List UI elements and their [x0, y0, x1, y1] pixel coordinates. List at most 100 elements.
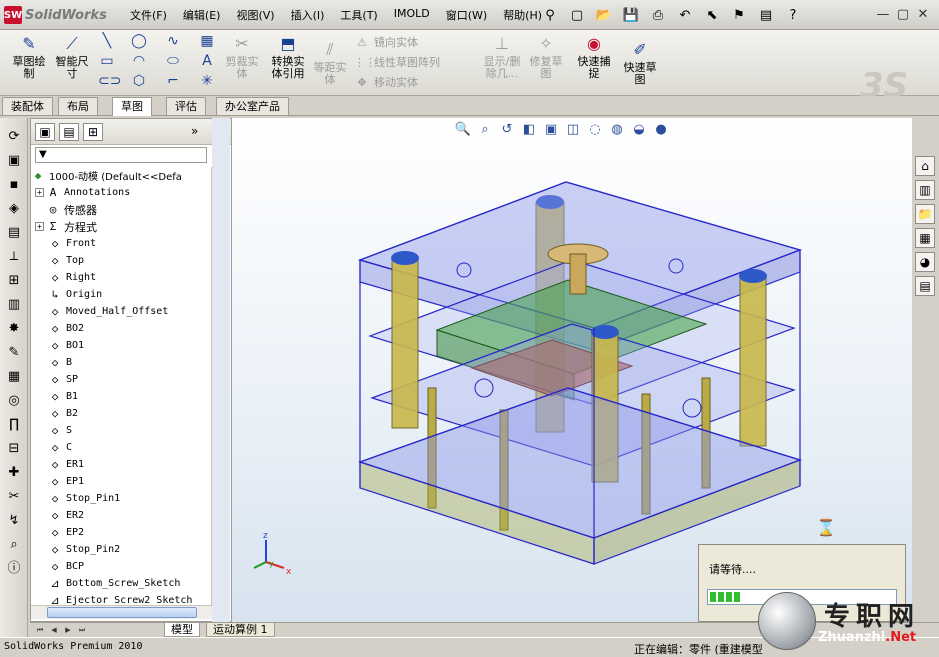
curve-icon[interactable]: ↯: [5, 512, 23, 530]
tree-item[interactable]: ◇ ER2: [48, 507, 84, 524]
feature-tree-horizontal-scrollbar[interactable]: [31, 605, 227, 619]
fillet-icon[interactable]: ⌐: [164, 72, 182, 90]
circle-icon[interactable]: ◯: [130, 32, 148, 50]
ellipse-icon[interactable]: ⬭: [164, 52, 182, 70]
magnet-icon[interactable]: ∏: [5, 416, 23, 434]
smart-fastener-icon[interactable]: ✚: [5, 464, 23, 482]
info-icon[interactable]: ⓘ: [5, 560, 23, 578]
tree-item[interactable]: ◇ Stop_Pin2: [48, 541, 121, 558]
solidworks-logo[interactable]: SW SolidWorks: [4, 5, 116, 25]
tree-item[interactable]: ◇ S: [48, 422, 72, 439]
menu-item-1[interactable]: 编辑(E): [183, 7, 221, 23]
configuration-manager-tab-icon[interactable]: ⊞: [83, 123, 103, 141]
tree-item[interactable]: ◇ Top: [48, 252, 84, 269]
print-icon[interactable]: ⎙: [648, 5, 668, 25]
design-library-icon[interactable]: ▥: [915, 180, 935, 200]
tree-item[interactable]: ◇ Stop_Pin1: [48, 490, 121, 507]
horizontal-scroll-thumb[interactable]: [47, 607, 197, 618]
new-file-icon[interactable]: ▢: [567, 5, 587, 25]
tree-item[interactable]: ◇ B2: [48, 405, 78, 422]
mirror-entities-button[interactable]: ⚠ 镜向实体: [354, 34, 418, 50]
save-icon[interactable]: ▪: [5, 176, 23, 194]
menu-item-4[interactable]: 工具(T): [340, 7, 377, 23]
menu-item-2[interactable]: 视图(V): [236, 7, 274, 23]
view-palette-icon[interactable]: ▦: [915, 228, 935, 248]
open-file-icon[interactable]: 📂: [594, 5, 614, 25]
expand-icon[interactable]: +: [35, 222, 44, 231]
point-icon[interactable]: ✳: [198, 72, 216, 90]
part-icon[interactable]: ▣: [5, 152, 23, 170]
rectangle-icon[interactable]: ▭: [98, 52, 116, 70]
graphics-area[interactable]: 🔍 ⌕ ↺ ◧ ▣ ◫ ◌ ◍ ◒ ● z x y ⌛ 请等待....: [232, 118, 912, 622]
assembly-icon[interactable]: ◈: [5, 200, 23, 218]
tree-item[interactable]: + Σ 方程式: [35, 218, 97, 235]
next-tab-icon[interactable]: ▶: [62, 624, 74, 636]
rebuild-icon[interactable]: ⚑: [729, 5, 749, 25]
grid-icon[interactable]: ▦: [198, 32, 216, 50]
select-icon[interactable]: ⬉: [702, 5, 722, 25]
quick-snaps-button[interactable]: ◉ 快速捕 捉: [574, 34, 614, 80]
pin-icon[interactable]: ⚲: [540, 5, 560, 25]
menu-item-0[interactable]: 文件(F): [130, 7, 167, 23]
display-delete-relations-button[interactable]: ⊥ 显示/删 除几...: [480, 34, 524, 80]
tree-item[interactable]: ◇ B1: [48, 388, 78, 405]
tab-1[interactable]: 布局: [58, 97, 98, 115]
tree-item[interactable]: ◇ C: [48, 439, 72, 456]
smart-dimension-button[interactable]: ⟋ 智能尺 寸: [52, 34, 92, 80]
sketch-icon[interactable]: ✎: [5, 344, 23, 362]
dimension-icon[interactable]: ⟂: [5, 248, 23, 266]
minimize-icon[interactable]: —: [873, 5, 893, 23]
filter-field[interactable]: ▼: [35, 147, 207, 163]
rapid-sketch-button[interactable]: ✐ 快速草 图: [620, 40, 660, 86]
tab-4[interactable]: 办公室产品: [216, 97, 289, 115]
tree-item[interactable]: ⊿ Bottom_Screw_Sketch: [48, 575, 180, 592]
tab-3[interactable]: 评估: [166, 97, 206, 115]
help-icon[interactable]: ?: [783, 5, 803, 25]
tree-item[interactable]: ◇ ER1: [48, 456, 84, 473]
last-tab-icon[interactable]: ⏭: [76, 624, 88, 636]
close-icon[interactable]: ✕: [913, 5, 933, 23]
explode-icon[interactable]: ✸: [5, 320, 23, 338]
linear-pattern-button[interactable]: ⋮⋮ 线性草图阵列: [354, 54, 440, 70]
appearances-icon[interactable]: ◕: [915, 252, 935, 272]
more-tabs-icon[interactable]: »: [191, 124, 198, 138]
options-icon[interactable]: ▤: [756, 5, 776, 25]
polygon-icon[interactable]: ⬡: [130, 72, 148, 90]
sketch-button[interactable]: ✎ 草图绘 制: [6, 34, 52, 80]
tree-item[interactable]: ◇ EP2: [48, 524, 84, 541]
panel-splitter[interactable]: [212, 118, 230, 622]
drawing-icon[interactable]: ▤: [5, 224, 23, 242]
layer-icon[interactable]: ▦: [5, 368, 23, 386]
feature-tree-tab-icon[interactable]: ▣: [35, 123, 55, 141]
tree-item[interactable]: ◇ Front: [48, 235, 96, 252]
menu-item-7[interactable]: 帮助(H): [503, 7, 542, 23]
menu-item-5[interactable]: IMOLD: [394, 7, 430, 23]
tree-root-part[interactable]: ◆ 1000-动模 (Default<<Defa: [31, 167, 182, 184]
search-icon[interactable]: ⌕: [5, 536, 23, 554]
tree-item[interactable]: ↳ Origin: [48, 286, 102, 303]
tree-item[interactable]: ◇ B: [48, 354, 72, 371]
expand-icon[interactable]: +: [35, 188, 44, 197]
bottom-tab-0[interactable]: 模型: [164, 623, 200, 637]
menu-item-6[interactable]: 窗口(W): [446, 7, 487, 23]
tools-icon[interactable]: ✂: [5, 488, 23, 506]
offset-entities-button[interactable]: ⫽ 等距实 体: [310, 40, 350, 86]
solidworks-resources-icon[interactable]: ⌂: [915, 156, 935, 176]
tree-item[interactable]: ◇ EP1: [48, 473, 84, 490]
first-tab-icon[interactable]: ⏮: [34, 624, 46, 636]
arc-icon[interactable]: ◠: [130, 52, 148, 70]
rebuild-icon[interactable]: ⟳: [5, 128, 23, 146]
tree-item[interactable]: ◇ Right: [48, 269, 96, 286]
menu-item-3[interactable]: 插入(I): [291, 7, 325, 23]
tree-item[interactable]: ◇ BO2: [48, 320, 84, 337]
maximize-icon[interactable]: ▢: [893, 5, 913, 23]
repair-sketch-button[interactable]: ✧ 修复草 图: [526, 34, 566, 80]
custom-properties-icon[interactable]: ▤: [915, 276, 935, 296]
convert-entities-button[interactable]: ⬒ 转换实 体引用: [266, 34, 310, 80]
save-icon[interactable]: 💾: [621, 5, 641, 25]
tree-item[interactable]: + A Annotations: [35, 184, 130, 201]
file-explorer-icon[interactable]: 📁: [915, 204, 935, 224]
slot-icon[interactable]: ⊂⊃: [98, 72, 121, 90]
pattern-icon[interactable]: ▥: [5, 296, 23, 314]
trim-entities-button[interactable]: ✂ 剪裁实 体: [222, 34, 262, 80]
